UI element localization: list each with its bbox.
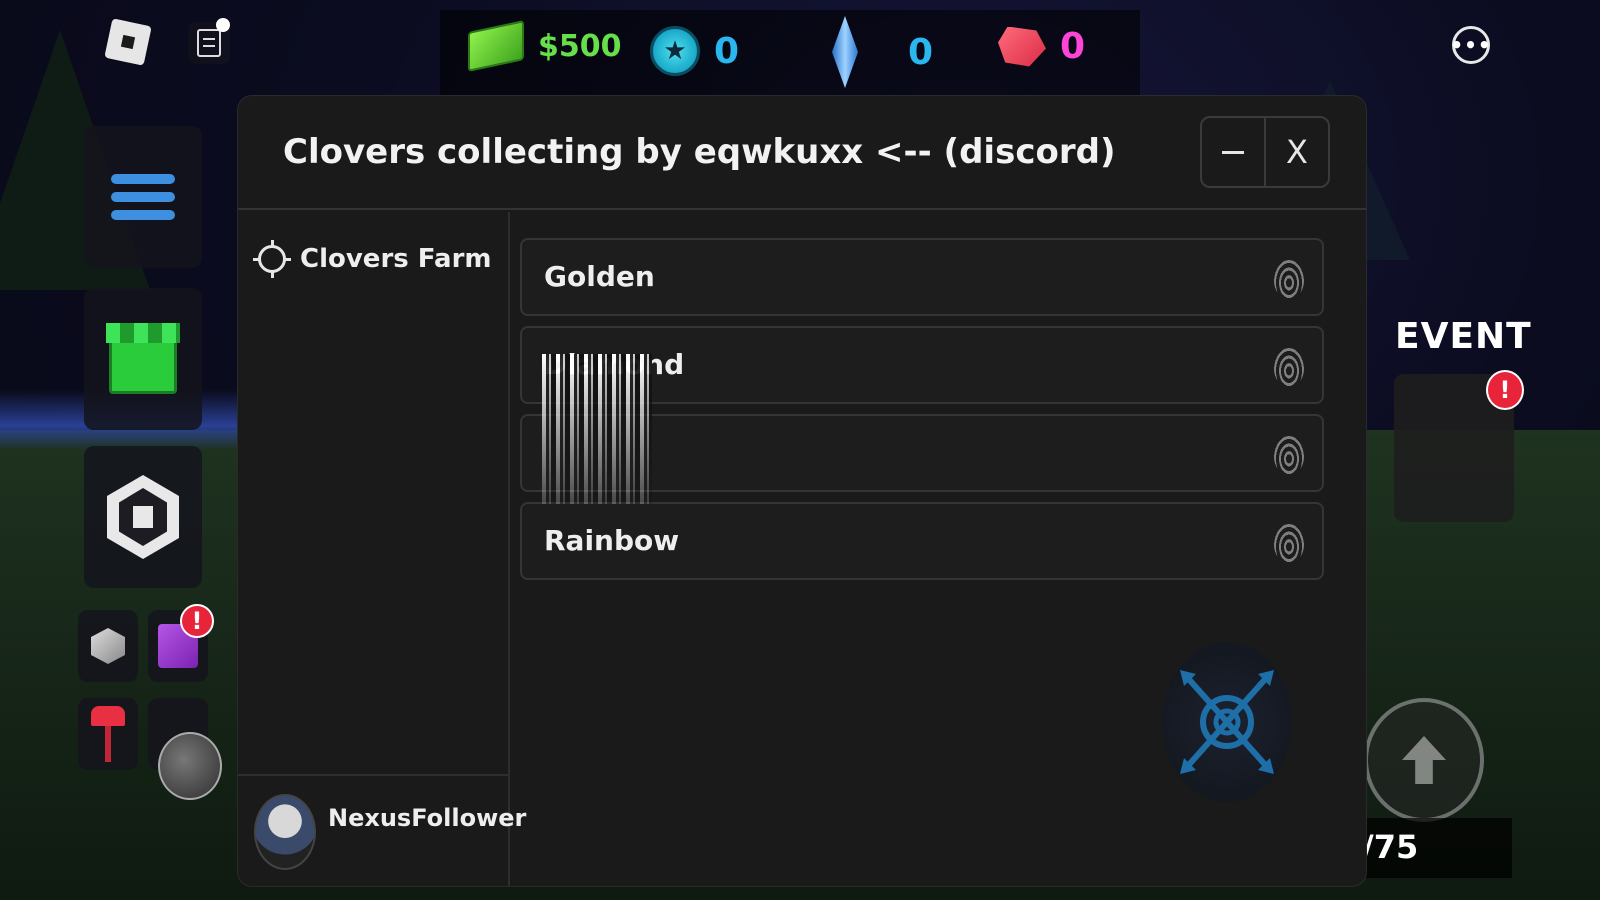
shop-button[interactable] [84,288,202,430]
more-options-button[interactable]: ••• [1450,26,1491,64]
chat-icon [197,29,221,57]
star-coin-icon: ★ [650,26,700,76]
glitch-overlay [542,354,652,504]
gift-alert-badge: ! [180,604,214,638]
joystick-thumb[interactable] [158,732,222,800]
robux-button[interactable] [84,446,202,588]
fingerprint-icon[interactable] [1274,260,1304,298]
cash-icon [468,20,524,72]
minimize-button[interactable] [1202,118,1264,186]
jump-button[interactable] [1364,698,1484,822]
crystal-currency-value: 0 [908,31,934,73]
event-alert-badge: ! [1486,370,1524,410]
tab-label: Clovers Farm [300,244,492,274]
up-arrow-icon [1402,736,1446,784]
chat-button[interactable] [188,18,230,64]
currency-bar: $500 ★ 0 0 0 [440,10,1140,96]
fingerprint-icon[interactable] [1274,348,1304,386]
notification-dot [216,18,230,32]
cube-icon [91,628,125,664]
roblox-menu-icon[interactable] [104,18,152,66]
cash-display: $500 [468,20,622,72]
robux-icon [107,475,179,559]
game-menu-button[interactable] [84,126,202,268]
crystal-icon [832,16,858,88]
panel-header[interactable]: Clovers collecting by eqwkuxx <-- (disco… [238,96,1366,210]
fingerprint-icon[interactable] [1274,524,1304,562]
star-currency-display: ★ 0 [650,26,739,76]
crystal-currency-display: 0 [832,16,933,88]
hamburger-icon [111,174,175,220]
avatar [254,794,316,870]
star-currency-value: 0 [714,30,740,72]
mailbox-button[interactable] [78,698,138,770]
script-panel: Clovers collecting by eqwkuxx <-- (disco… [238,96,1366,886]
executor-logo-icon[interactable] [1162,642,1292,802]
panel-content: Golden Diamond Rainbow [512,212,1366,886]
event-label: EVENT [1395,316,1532,357]
inventory-button[interactable] [78,610,138,682]
shop-icon [106,323,180,394]
toggle-row-golden[interactable]: Golden [520,238,1324,316]
counter-text: /75 [1362,828,1419,866]
minimize-icon [1222,150,1244,154]
window-controls: X [1200,116,1330,188]
ruby-currency-display: 0 [998,26,1085,67]
row-label: Golden [544,260,655,293]
mailbox-icon [91,706,125,762]
close-button[interactable]: X [1264,118,1328,186]
tab-clovers-farm[interactable]: Clovers Farm [253,240,492,278]
username: NexusFollower [328,804,527,832]
ruby-icon [998,26,1046,67]
crosshair-icon [253,240,291,278]
user-profile: NexusFollower [238,774,526,886]
panel-sidebar: Clovers Farm NexusFollower [238,212,526,886]
row-label: Rainbow [544,524,680,557]
ruby-currency-value: 0 [1060,26,1086,67]
panel-title: Clovers collecting by eqwkuxx <-- (disco… [283,132,1116,172]
cash-value: $500 [538,28,622,64]
fingerprint-icon[interactable] [1274,436,1304,474]
toggle-row-rainbow[interactable]: Rainbow [520,502,1324,580]
